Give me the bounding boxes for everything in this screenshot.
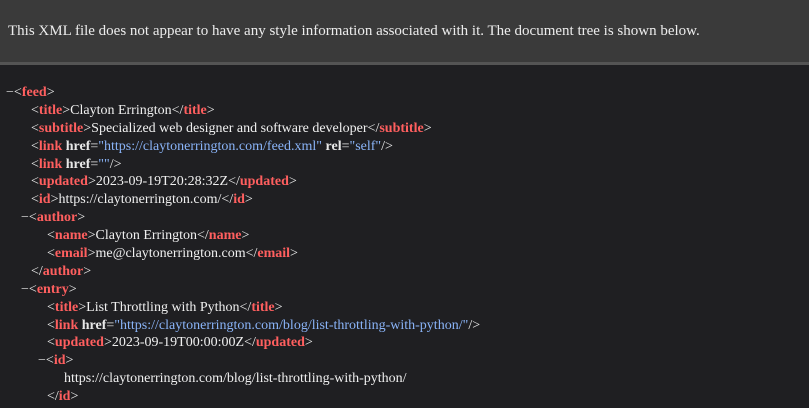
feed-updated-line: <updated>2023-09-19T20:28:32Z</updated> xyxy=(31,174,297,190)
feed-link-empty-line: <link href=""/> xyxy=(31,156,122,172)
feed-title-line: <title>Clayton Errington</title> xyxy=(31,102,215,118)
entry-id-open-line: −<id> xyxy=(38,353,74,369)
entry-open-line: −<entry> xyxy=(21,281,77,297)
author-email-text: me@claytonerrington.com xyxy=(95,246,246,262)
feed-id-line: <id>https://claytonerrington.com/</id> xyxy=(31,192,253,208)
feed-open-line: −<feed> xyxy=(6,85,55,100)
entry-link-line: <link href="https://claytonerrington.com… xyxy=(47,317,481,333)
banner-message: This XML file does not appear to have an… xyxy=(8,22,700,39)
entry-title-text: List Throttling with Python xyxy=(86,299,240,315)
feed-updated-text: 2023-09-19T20:28:32Z xyxy=(95,174,229,190)
collapse-toggle-entry[interactable]: − xyxy=(21,282,29,297)
entry-id-text-line: https://claytonerrington.com/blog/list-t… xyxy=(0,370,809,388)
tag-name: feed xyxy=(21,85,47,100)
feed-subtitle-text: Specialized web designer and software de… xyxy=(91,120,368,136)
feed-subtitle-line: <subtitle>Specialized web designer and s… xyxy=(31,120,432,136)
author-close-line: </author> xyxy=(31,263,92,279)
collapse-toggle-author[interactable]: − xyxy=(21,210,29,225)
entry-updated-text: 2023-09-19T00:00:00Z xyxy=(111,335,245,351)
entry-title-line: <title>List Throttling with Python</titl… xyxy=(47,299,283,315)
entry-link-href-value: "https://claytonerrington.com/blog/list-… xyxy=(114,317,469,333)
feed-title-text: Clayton Errington xyxy=(70,102,172,118)
entry-id-text: https://claytonerrington.com/blog/list-t… xyxy=(64,371,407,387)
author-email-line: <email>me@claytonerrington.com</email> xyxy=(47,246,298,262)
author-open-line: −<author> xyxy=(21,210,86,226)
author-name-line: <name>Clayton Errington</name> xyxy=(47,228,250,244)
feed-link2-href-value: "" xyxy=(98,156,110,172)
entry-updated-line: <updated>2023-09-19T00:00:00Z</updated> xyxy=(47,335,313,351)
feed-link-rel-value: "self" xyxy=(349,138,382,154)
author-name-text: Clayton Errington xyxy=(95,228,197,244)
collapse-toggle-id[interactable]: − xyxy=(38,353,46,368)
entry-id-close-line: </id> xyxy=(47,389,79,405)
feed-link-href-value: "https://claytonerrington.com/feed.xml" xyxy=(98,138,323,154)
feed-id-text: https://claytonerrington.com/ xyxy=(58,192,222,208)
collapse-toggle-feed[interactable]: − xyxy=(6,85,14,100)
xml-document-tree: −<feed> <title>Clayton Errington</title>… xyxy=(0,65,809,406)
feed-link-self-line: <link href="https://claytonerrington.com… xyxy=(31,138,393,154)
xml-style-info-banner: This XML file does not appear to have an… xyxy=(0,0,809,65)
